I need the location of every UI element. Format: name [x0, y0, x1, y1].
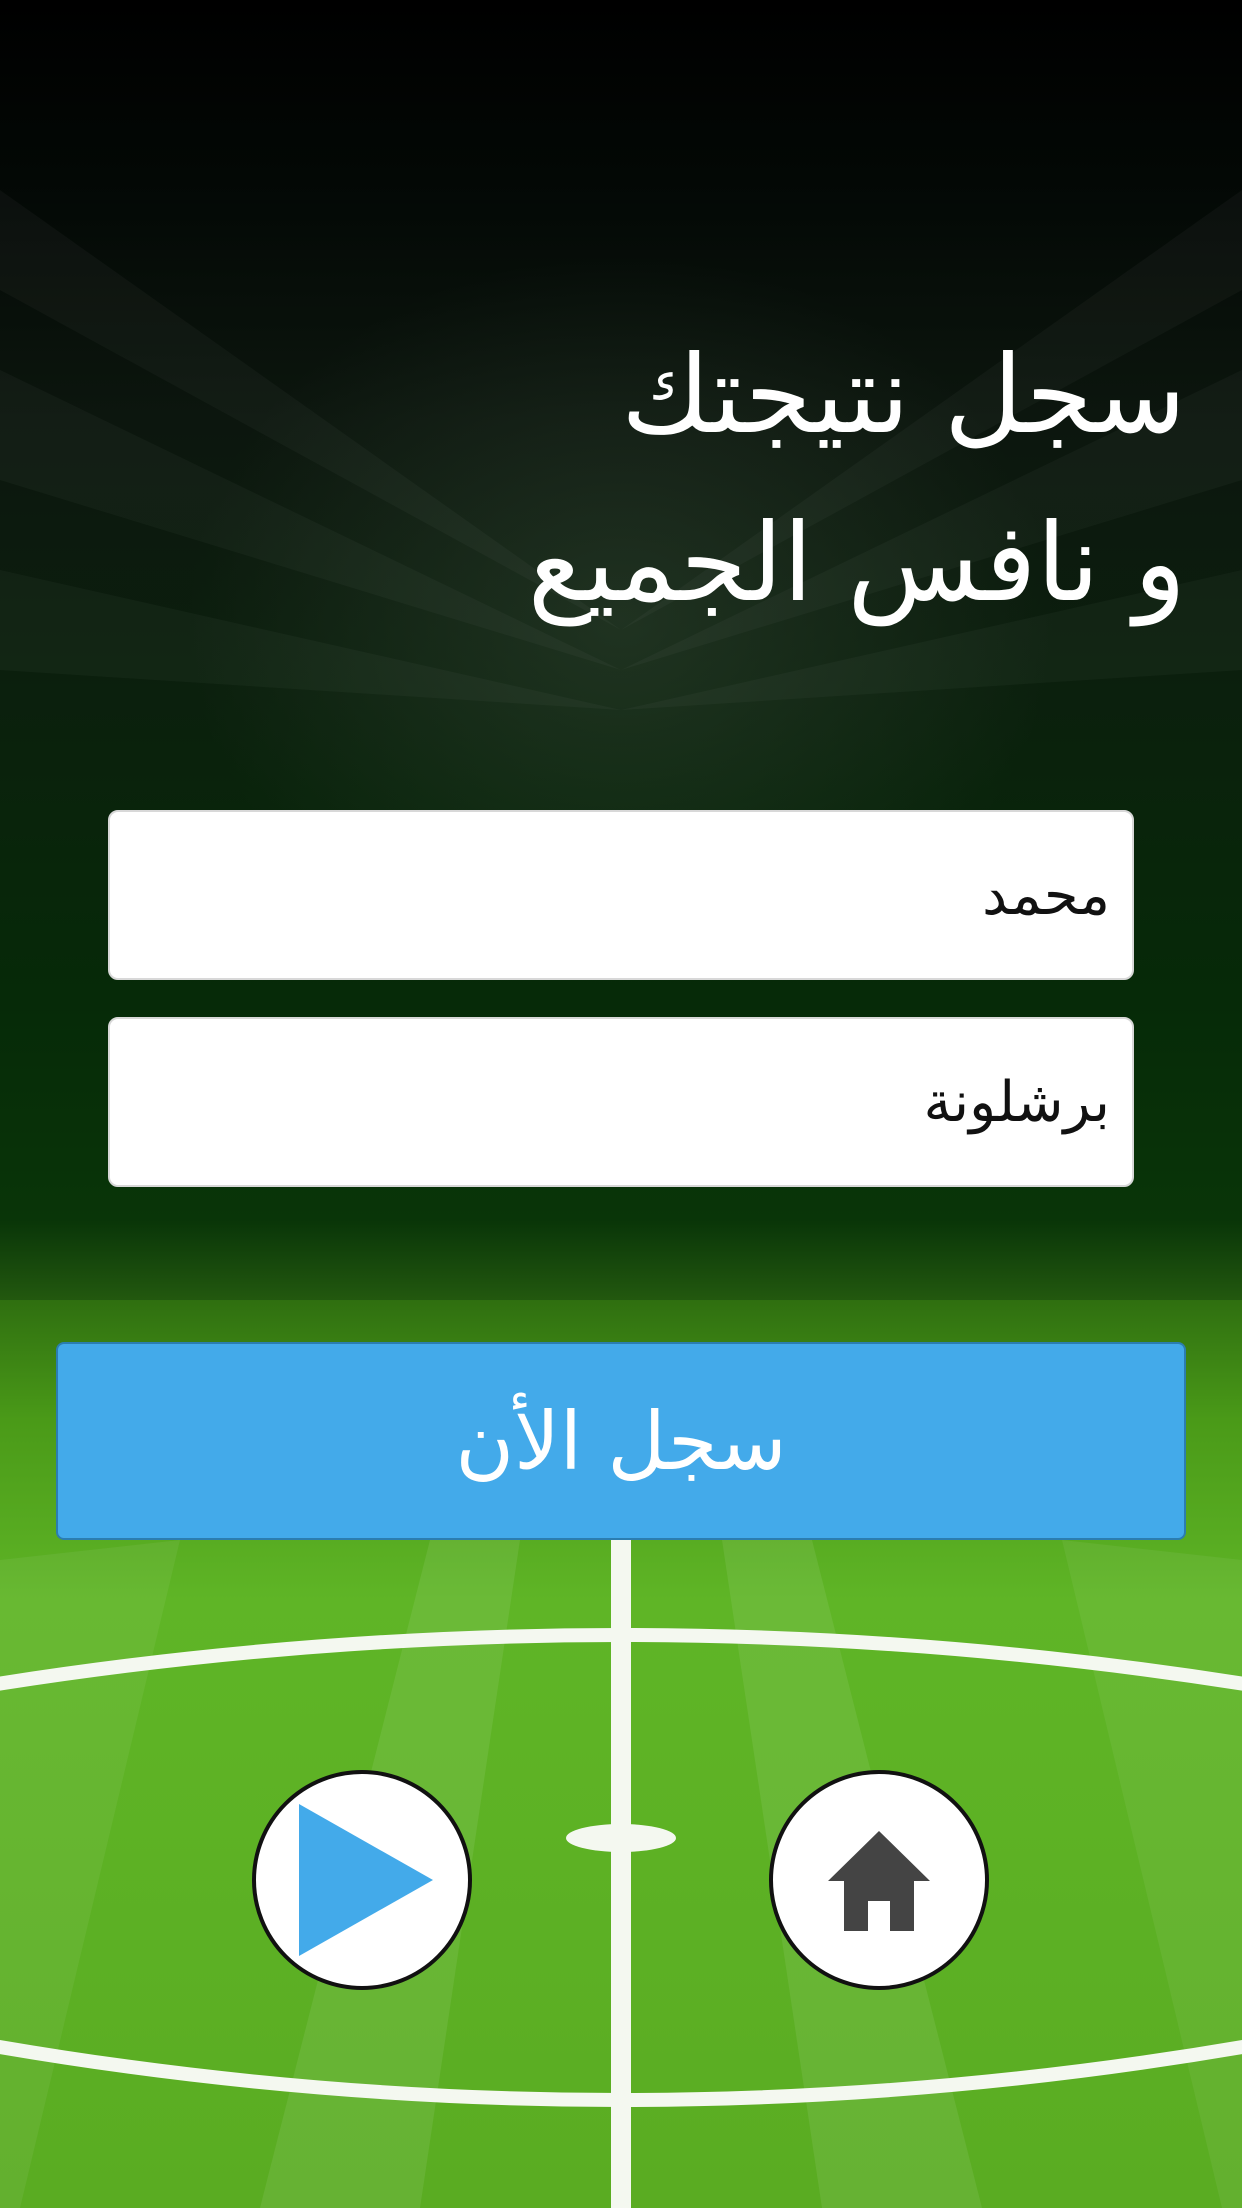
home-button[interactable] [769, 1770, 989, 1990]
name-input[interactable] [108, 810, 1134, 980]
register-button[interactable]: سجل الأن [56, 1342, 1186, 1540]
play-button[interactable] [252, 1770, 472, 1990]
team-input[interactable] [108, 1017, 1134, 1187]
play-icon [299, 1804, 433, 1956]
register-button-label: سجل الأن [455, 1394, 787, 1488]
headline-line-1: سجل نتيجتك [621, 333, 1186, 458]
home-icon [828, 1831, 930, 1931]
headline: سجل نتيجتك و نافس الجميع [186, 312, 1186, 648]
headline-line-2: و نافس الجميع [527, 501, 1186, 626]
